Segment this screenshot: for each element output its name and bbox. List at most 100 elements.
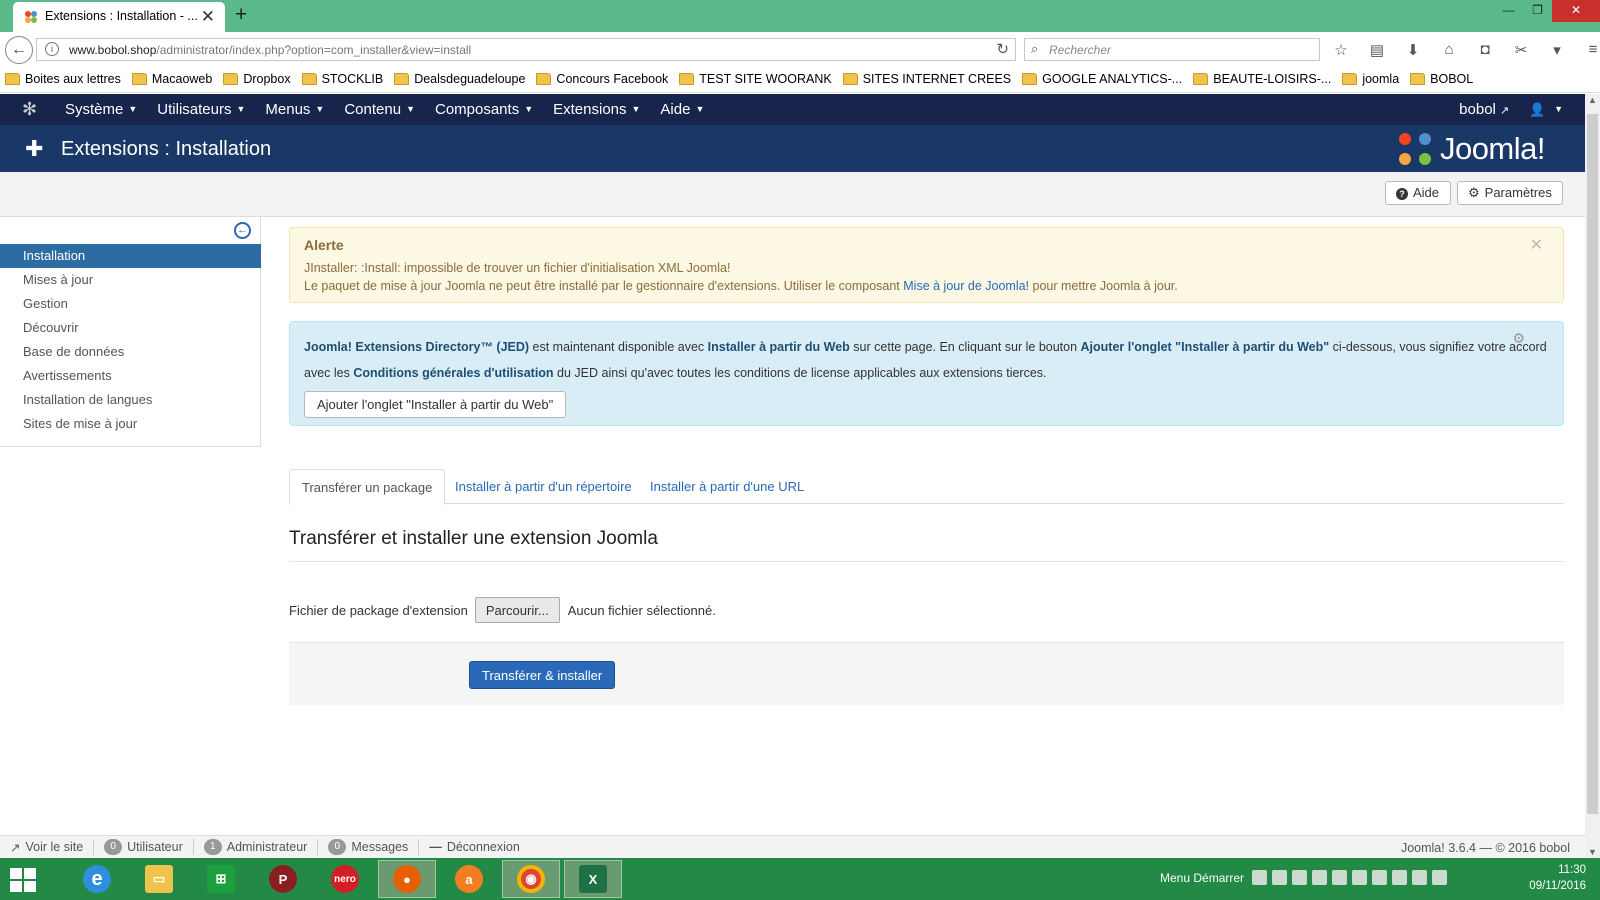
tray-app-icon[interactable] [1332,870,1348,885]
system-tray: Menu Démarrer [1160,870,1448,885]
menu-item[interactable]: Extensions ▼ [543,94,650,125]
bookmark-item[interactable]: Dealsdeguadeloupe [394,72,525,86]
bookmark-item[interactable]: TEST SITE WOORANK [679,72,832,86]
sidebar-item[interactable]: Installation [0,244,261,268]
scroll-up-icon[interactable]: ▲ [1588,95,1597,105]
system-clock[interactable]: 11:30 09/11/2016 [1529,862,1586,894]
back-arrow-icon[interactable]: ← [5,36,33,64]
tray-label[interactable]: Menu Démarrer [1160,871,1244,885]
sidebar-item[interactable]: Installation de langues [0,388,261,412]
nero-icon[interactable]: nero [316,860,374,898]
page-scrollbar[interactable]: ▲ ▼ [1585,94,1600,858]
user-menu-dropdown[interactable]: 👤 ▼ [1529,94,1585,125]
sidebar-item[interactable]: Mises à jour [0,268,261,292]
home-icon[interactable]: ⌂ [1438,41,1460,59]
chevron-down-icon[interactable]: ▾ [1546,41,1568,59]
close-window-icon[interactable]: ✕ [1552,0,1600,22]
firefox-icon[interactable]: ● [378,860,436,898]
bookmark-item[interactable]: Dropbox [223,72,291,86]
sidebar-item[interactable]: Découvrir [0,316,261,340]
browser-tab[interactable]: Extensions : Installation - ... ✕ [13,2,225,32]
folder-icon [5,73,20,85]
tray-app-icon[interactable] [1252,870,1268,885]
view-site-link[interactable]: ↗ Voir le site [10,839,95,855]
scrollbar-thumb[interactable] [1587,114,1598,814]
sidebar-item[interactable]: Sites de mise à jour [0,412,261,436]
sidebar-item[interactable]: Gestion [0,292,261,316]
tab-upload-package[interactable]: Transférer un package [289,469,446,505]
close-tab-icon[interactable]: ✕ [201,7,215,27]
joomla-logo-icon[interactable]: ✻ [22,100,42,120]
logout-link[interactable]: — Déconnexion [429,840,529,854]
network-icon[interactable] [1412,870,1428,885]
upload-install-button[interactable]: Transférer & installer [469,661,616,689]
bookmark-label: Macaoweb [151,72,213,86]
collapse-sidebar-icon[interactable]: ← [234,222,251,239]
menu-item[interactable]: Composants ▼ [425,94,543,125]
bookmark-item[interactable]: BEAUTE-LOISIRS-... [1193,72,1331,86]
tray-app-icon[interactable] [1372,870,1388,885]
gear-icon[interactable]: ⚙ [1512,330,1525,347]
tab-install-from-folder[interactable]: Installer à partir d'un répertoire [443,469,644,504]
bookmark-item[interactable]: BOBOL [1410,72,1473,86]
extension-icon[interactable]: ✂ [1510,41,1532,59]
admins-status[interactable]: 1 Administrateur [203,839,319,855]
menu-item[interactable]: Menus ▼ [255,94,334,125]
messages-status[interactable]: 0 Messages [328,839,420,855]
store-icon[interactable]: ⊞ [192,860,250,898]
bookmark-label: SITES INTERNET CREES [862,72,1012,86]
scroll-down-icon[interactable]: ▼ [1588,847,1597,857]
joomla-update-link[interactable]: Mise à jour de Joomla! [903,279,1029,293]
menu-item[interactable]: Contenu ▼ [334,94,425,125]
reload-icon[interactable]: ↻ [996,40,1009,58]
bookmark-item[interactable]: Boites aux lettres [5,72,121,86]
info-icon[interactable]: i [45,42,59,56]
bookmark-item[interactable]: Concours Facebook [536,72,668,86]
bookmark-label: BEAUTE-LOISIRS-... [1213,72,1332,86]
help-button[interactable]: ? Aide [1385,181,1451,205]
battery-icon[interactable] [1392,870,1408,885]
internet-explorer-icon[interactable]: e [68,860,126,898]
folder-icon [131,73,147,85]
view-site-link[interactable]: bobol ↗ [1459,94,1529,125]
excel-icon[interactable]: X [564,860,622,898]
reading-list-icon[interactable]: ▤ [1366,41,1388,59]
bookmark-item[interactable]: Macaoweb [131,72,213,86]
new-tab-icon[interactable]: + [235,3,247,27]
tray-app-icon[interactable] [1312,870,1328,885]
jed-text-part: sur cette page. En cliquant sur le bouto… [849,340,1081,354]
pocket-icon[interactable]: ◘ [1474,41,1496,59]
bookmark-item[interactable]: SITES INTERNET CREES [842,72,1012,86]
volume-icon[interactable] [1432,870,1448,885]
tray-app-icon[interactable] [1292,870,1308,885]
jed-terms-link[interactable]: Conditions générales d'utilisation [353,366,553,380]
browse-button[interactable]: Parcourir... [474,597,560,623]
hamburger-menu-icon[interactable]: ≡ [1582,41,1600,59]
minimize-icon[interactable]: — [1494,0,1523,22]
visitors-status[interactable]: 0 Utilisateur [104,839,194,855]
bookmark-item[interactable]: GOOGLE ANALYTICS-... [1022,72,1182,86]
add-install-from-web-tab-button[interactable]: Ajouter l'onglet "Installer à partir du … [304,391,567,418]
chrome-icon[interactable]: ◉ [502,860,560,898]
bookmark-item[interactable]: joomla [1342,72,1399,86]
windows-start-icon[interactable] [10,868,36,892]
close-alert-icon[interactable]: ✕ [1530,235,1543,255]
url-bar[interactable]: i www.bobol.shop/administrator/index.php… [36,38,1016,61]
menu-item[interactable]: Système ▼ [55,94,147,125]
bookmark-star-icon[interactable]: ☆ [1330,41,1352,59]
menu-item[interactable]: Utilisateurs ▼ [147,94,255,125]
tray-app-icon[interactable] [1272,870,1288,885]
file-explorer-icon[interactable]: ▭ [130,860,188,898]
restore-icon[interactable]: ❐ [1523,0,1552,22]
app-red-icon[interactable]: P [254,860,312,898]
bookmark-item[interactable]: STOCKLIB [301,72,383,86]
menu-item[interactable]: Aide ▼ [650,94,714,125]
avast-icon[interactable]: a [440,860,498,898]
options-button[interactable]: ⚙ Paramètres [1457,181,1563,205]
download-icon[interactable]: ⬇ [1402,41,1424,59]
flag-icon[interactable] [1352,870,1368,885]
sidebar-item[interactable]: Base de données [0,340,261,364]
tab-install-from-url[interactable]: Installer à partir d'une URL [638,469,816,504]
sidebar-item[interactable]: Avertissements [0,364,261,388]
browser-search-input[interactable]: ⌕ Rechercher [1024,38,1320,61]
